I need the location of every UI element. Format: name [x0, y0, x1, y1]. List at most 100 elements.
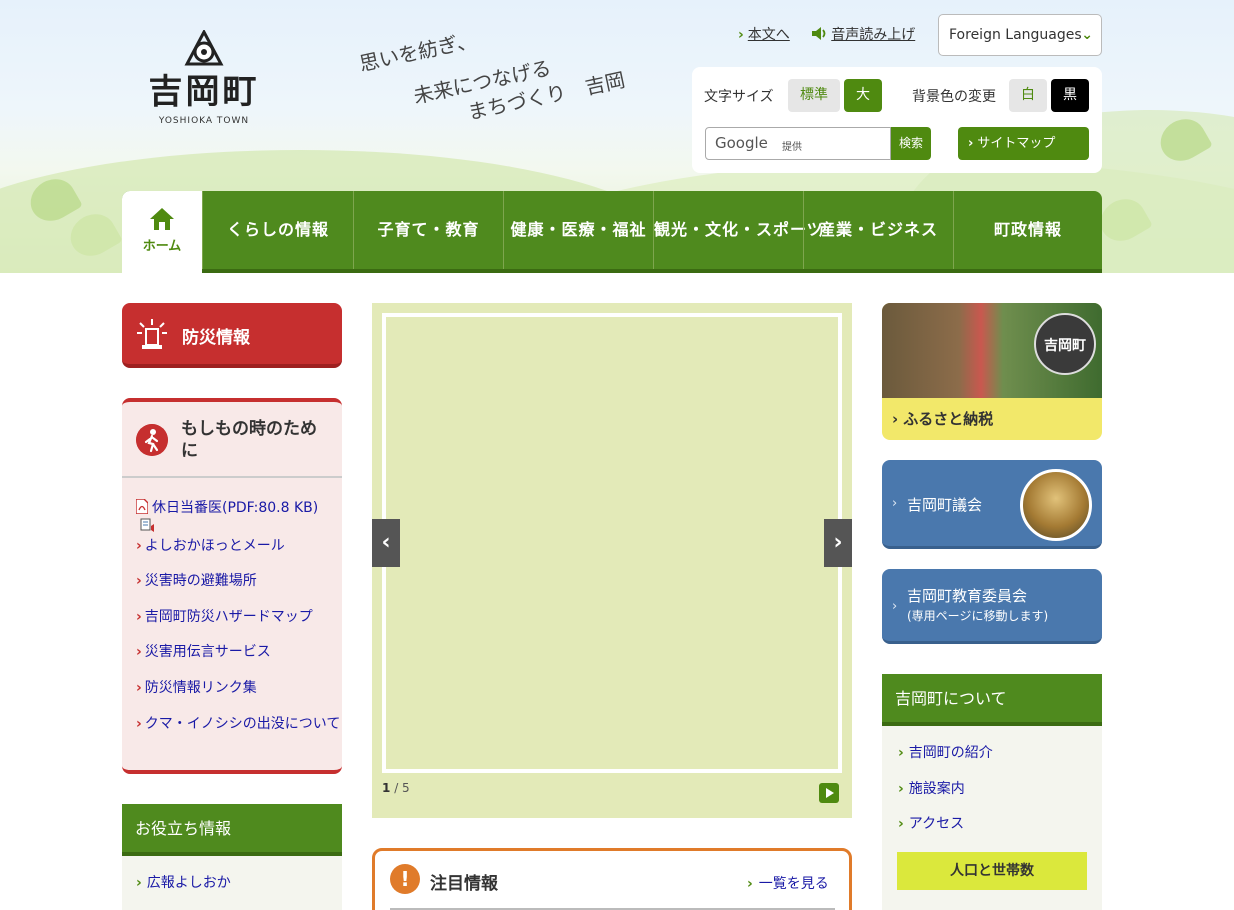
featured-info-panel: ! 注目情報 › 一覧を見る — [372, 848, 852, 910]
home-icon — [150, 208, 174, 230]
siren-icon — [137, 319, 167, 349]
list-item: › 吉岡町防災ハザードマップ — [136, 607, 341, 627]
google-label: Google — [715, 134, 768, 152]
furusato-nozei-banner[interactable]: 吉岡町 › ふるさと納税 — [882, 303, 1102, 440]
nav-item-health-welfare[interactable]: 健康・医療・福祉 — [503, 191, 653, 269]
useful-info-panel: お役立ち情報 › 広報よしおか — [122, 804, 342, 910]
emergency-panel-header: もしもの時のために — [122, 402, 342, 478]
chevron-right-icon: › — [892, 496, 898, 511]
global-nav: ホーム くらしの情報 子育て・教育 健康・医療・福祉 観光・文化・スポーツ 産業… — [122, 191, 1102, 273]
furusato-nozei-label: › ふるさと納税 — [892, 410, 994, 428]
access-link[interactable]: アクセス — [909, 816, 964, 832]
list-item: › 広報よしおか — [136, 872, 231, 892]
useful-info-title: お役立ち情報 — [122, 804, 342, 856]
disaster-links-link[interactable]: 防災情報リンク集 — [145, 680, 257, 696]
hazard-map-link[interactable]: 吉岡町防災ハザードマップ — [145, 609, 313, 625]
chevron-right-icon: › — [136, 680, 142, 696]
search-input[interactable]: Google 提供 — [705, 127, 891, 160]
chevron-right-icon: › — [747, 876, 753, 892]
nav-item-town-government[interactable]: 町政情報 — [953, 191, 1102, 269]
chevron-right-icon: › — [892, 599, 898, 614]
exclamation-icon: ! — [390, 864, 420, 894]
foreign-languages-select[interactable]: Foreign Languages ⌄ — [938, 14, 1102, 56]
sitemap-button[interactable]: › サイトマップ — [958, 127, 1089, 160]
chevron-right-icon: › — [136, 609, 142, 625]
foreign-languages-label: Foreign Languages — [949, 27, 1082, 43]
chevron-right-icon: › — [136, 716, 142, 732]
chevron-right-icon: › — [833, 530, 843, 555]
chevron-right-icon: › — [968, 136, 974, 151]
site-logo[interactable]: 吉岡町 YOSHIOKA TOWN — [144, 30, 264, 142]
view-all-label: 一覧を見る — [758, 876, 829, 892]
read-aloud-link[interactable]: 音声読み上げ — [812, 27, 915, 43]
list-item: › 施設案内 — [898, 778, 965, 798]
read-aloud-icon[interactable] — [140, 518, 156, 534]
yoshioka-seal: 吉岡町 — [1034, 313, 1096, 375]
board-of-education-label: 吉岡町教育委員会 — [907, 587, 1028, 605]
board-of-education-note: (専用ページに移動します) — [907, 609, 1049, 623]
slide-counter: 1 / 5 — [382, 781, 410, 795]
nav-item-industry-business[interactable]: 産業・ビジネス — [803, 191, 953, 269]
hot-mail-link[interactable]: よしおかほっとメール — [145, 538, 285, 554]
chevron-right-icon: › — [892, 410, 899, 428]
town-council-button[interactable]: › 吉岡町議会 — [882, 460, 1102, 549]
nav-item-home[interactable]: ホーム — [122, 191, 202, 273]
nav-item-childcare-education[interactable]: 子育て・教育 — [353, 191, 503, 269]
featured-info-title: 注目情報 — [430, 874, 498, 894]
featured-view-all-link[interactable]: › 一覧を見る — [747, 873, 829, 893]
font-size-standard-button[interactable]: 標準 — [788, 79, 840, 112]
message-service-link[interactable]: 災害用伝言サービス — [145, 644, 271, 660]
list-item: › 災害時の避難場所 — [136, 571, 341, 591]
list-item: › よしおかほっとメール — [136, 536, 341, 556]
chevron-right-icon: › — [898, 816, 904, 832]
list-item: › アクセス — [898, 813, 964, 833]
emergency-panel-title: もしもの時のために — [181, 419, 317, 461]
holiday-doctor-pdf-link[interactable]: 休日当番医(PDF:80.8 KB) — [152, 500, 318, 516]
list-item: › 防災情報リンク集 — [136, 678, 341, 698]
nav-item-tourism-culture[interactable]: 観光・文化・スポーツ — [653, 191, 823, 269]
nav-item-living[interactable]: くらしの情報 — [202, 191, 353, 269]
chevron-right-icon: › — [136, 538, 142, 554]
town-intro-link[interactable]: 吉岡町の紹介 — [909, 745, 993, 761]
bg-white-button[interactable]: 白 — [1009, 79, 1047, 112]
skip-to-content-link[interactable]: › 本文へ — [738, 27, 790, 43]
about-town-title: 吉岡町について — [882, 674, 1102, 726]
list-item: › 災害用伝言サービス — [136, 642, 341, 662]
facility-guide-link[interactable]: 施設案内 — [909, 781, 965, 797]
population-button[interactable]: 人口と世帯数 — [897, 852, 1087, 890]
council-chamber-photo — [1020, 469, 1092, 541]
chevron-right-icon: › — [738, 27, 744, 43]
site-header: 吉岡町 YOSHIOKA TOWN 思いを紡ぎ、 未来につなげる まちづくり 吉… — [0, 0, 1234, 273]
about-town-panel: 吉岡町について › 吉岡町の紹介 › 施設案内 › アクセス 人口と世帯数 — [882, 674, 1102, 910]
evacuation-sites-link[interactable]: 災害時の避難場所 — [145, 573, 257, 589]
chevron-right-icon: › — [136, 875, 142, 891]
sitemap-button-label: サイトマップ — [977, 136, 1056, 151]
disaster-info-button[interactable]: 防災情報 — [122, 303, 342, 368]
koho-yoshioka-link[interactable]: 広報よしおか — [147, 875, 231, 891]
slider-play-button[interactable] — [819, 783, 839, 803]
emergency-panel: もしもの時のために 休日当番医(PDF:80.8 KB) › よしおかほっとメール… — [122, 398, 342, 774]
chevron-down-icon: ⌄ — [1081, 27, 1093, 43]
chevron-right-icon: › — [898, 781, 904, 797]
slide-frame[interactable] — [382, 313, 842, 773]
font-size-large-button[interactable]: 大 — [844, 79, 882, 112]
speaker-icon — [812, 27, 826, 40]
bg-black-button[interactable]: 黒 — [1051, 79, 1089, 112]
logo-roman: YOSHIOKA TOWN — [158, 116, 250, 126]
accessibility-toolbox: 文字サイズ 標準 大 背景色の変更 白 黒 Google 提供 検索 › サイトマ… — [692, 67, 1102, 173]
evacuation-person-icon — [136, 424, 168, 456]
utility-links: › 本文へ 音声読み上げ — [738, 24, 933, 44]
search-button[interactable]: 検索 — [891, 127, 931, 160]
bear-boar-sightings-link[interactable]: クマ・イノシシの出没について — [145, 716, 341, 732]
chevron-right-icon: › — [898, 745, 904, 761]
nav-home-label: ホーム — [142, 239, 182, 254]
chevron-right-icon: › — [136, 644, 142, 660]
slider-prev-button[interactable]: ‹ — [372, 519, 400, 567]
list-item: › 吉岡町の紹介 — [898, 742, 993, 762]
list-item: › クマ・イノシシの出没について — [136, 714, 341, 734]
play-icon — [826, 788, 834, 798]
disaster-info-label: 防災情報 — [182, 328, 250, 348]
slider-next-button[interactable]: › — [824, 519, 852, 567]
board-of-education-button[interactable]: › 吉岡町教育委員会 (専用ページに移動します) — [882, 569, 1102, 644]
chevron-right-icon: › — [136, 573, 142, 589]
